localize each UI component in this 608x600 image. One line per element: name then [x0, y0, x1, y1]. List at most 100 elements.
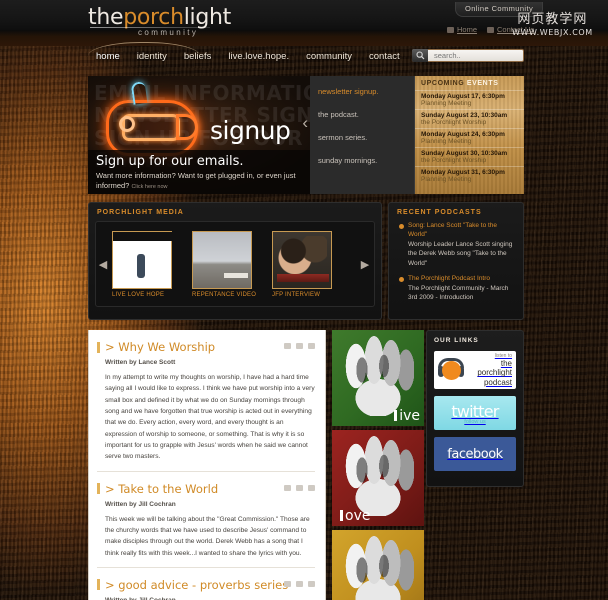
article-title-text: good advice - proverbs series: [118, 577, 289, 592]
article-title[interactable]: > Why We Worship: [105, 340, 215, 354]
event-item[interactable]: Monday August 17, 6:30pm Planning Meetin…: [415, 90, 524, 109]
podcasts-title-accent: PODCASTS: [434, 209, 482, 216]
event-title: Planning Meeting: [421, 176, 472, 183]
comment-icon[interactable]: [308, 580, 315, 587]
podcast-headphones-icon: [438, 358, 464, 382]
media-caption-main: LIVE: [112, 291, 126, 298]
article-action-icons: [284, 484, 315, 491]
nav-item-identity[interactable]: identity: [137, 51, 167, 62]
podcast-link-line2: the porchlight: [477, 359, 512, 378]
search-box[interactable]: [412, 49, 524, 62]
media-next-arrow-icon[interactable]: ▶: [358, 258, 372, 271]
facebook-label: facebook: [447, 446, 503, 462]
article-byline: Written by Lance Scott: [105, 359, 176, 366]
podcast-link-button[interactable]: listen to the porchlight podcast: [434, 351, 516, 389]
media-caption: LIVE LOVE HOPE: [112, 292, 180, 298]
facebook-link-button[interactable]: facebook: [434, 437, 516, 471]
live-word-label: ive: [394, 408, 420, 424]
event-item[interactable]: Monday August 24, 6:30pm Planning Meetin…: [415, 128, 524, 147]
hand-illustration: [340, 436, 414, 516]
media-item[interactable]: REPENTANCE VIDEO: [192, 230, 260, 298]
nav-item-home[interactable]: home: [96, 51, 120, 62]
nav-item-beliefs[interactable]: beliefs: [184, 51, 211, 62]
print-icon[interactable]: [296, 484, 303, 491]
hero-list-item-sunday[interactable]: sunday mornings.: [318, 156, 414, 165]
podcast-description: The Porchlight Community - March 3rd 200…: [408, 284, 509, 301]
events-title-accent: EVENTS: [466, 80, 499, 87]
print-icon[interactable]: [296, 343, 303, 349]
event-item[interactable]: Monday August 31, 6:30pm Planning Meetin…: [415, 166, 524, 185]
nav-item-contact[interactable]: contact: [369, 51, 400, 62]
live-hand-image[interactable]: ive: [332, 330, 424, 426]
rss-circle: [442, 361, 461, 380]
hero-caption: Sign up for our emails. Want more inform…: [88, 150, 310, 194]
media-caption-accent: VIDEO: [236, 291, 257, 298]
interview-portrait-thumb: [272, 230, 332, 289]
hero-list-item-newsletter[interactable]: newsletter signup.: [318, 87, 414, 96]
media-carousel: ◀ LIVE LOVE HOPE REPENTANCE VIDEO JFP IN…: [95, 221, 375, 307]
article-header: > Take to the World: [97, 482, 315, 496]
main-content: > Why We Worship Written by Lance Scott …: [88, 330, 524, 600]
print-icon[interactable]: [296, 580, 303, 587]
our-links-title: OUR LINKS: [434, 337, 479, 344]
article-header: > Why We Worship: [97, 340, 315, 354]
hero-slide-list: newsletter signup. the podcast. sermon s…: [310, 76, 414, 194]
twitter-sub-label: follow us: [464, 418, 486, 425]
media-prev-arrow-icon[interactable]: ◀: [96, 258, 110, 271]
watermark-line2: WWW.WEBJX.COM: [512, 28, 593, 38]
hope-hand-image[interactable]: [332, 530, 424, 600]
article-title[interactable]: > Take to the World: [105, 482, 218, 496]
article-list: > Why We Worship Written by Lance Scott …: [88, 330, 326, 600]
love-hand-image[interactable]: ove: [332, 430, 424, 526]
hero-slide[interactable]: EMAIL INFORMATION NEWSLETTER SIGNUP SIGN…: [88, 76, 310, 194]
comment-icon[interactable]: [308, 484, 315, 491]
podcasts-title: RECENT PODCASTS: [389, 203, 523, 221]
share-icon[interactable]: [284, 484, 291, 491]
recent-podcasts-panel: RECENT PODCASTS Song: Lance Scott "Take …: [388, 202, 524, 320]
media-caption-accent: LOVE HOPE: [127, 291, 165, 298]
hero-list-item-sermon[interactable]: sermon series.: [318, 133, 414, 142]
article-title[interactable]: > good advice - proverbs series: [105, 578, 288, 592]
hero-list-item-podcast[interactable]: the podcast.: [318, 110, 414, 119]
podcast-link-line3: podcast: [483, 377, 512, 387]
event-title: Planning Meeting: [421, 100, 472, 107]
media-item[interactable]: LIVE LOVE HOPE: [112, 230, 180, 298]
nav-item-live-love-hope[interactable]: live.love.hope.: [228, 51, 289, 62]
article: > good advice - proverbs series Written …: [97, 578, 315, 600]
video-still-thumb: [192, 230, 252, 289]
share-icon[interactable]: [284, 580, 291, 587]
top-link-home[interactable]: Home: [447, 25, 477, 34]
event-date: Sunday August 30, 10:30am: [421, 150, 508, 157]
podcast-item[interactable]: The Porchlight Podcast Intro The Porchli…: [389, 274, 523, 308]
event-item[interactable]: Sunday August 30, 10:30am the Porchlight…: [415, 147, 524, 166]
event-item[interactable]: Sunday August 23, 10:30am the Porchlight…: [415, 109, 524, 128]
love-word-text: ove: [345, 508, 371, 524]
hero-caption-link[interactable]: Click here now: [131, 184, 167, 190]
search-button[interactable]: [412, 49, 428, 62]
podcast-item[interactable]: Song: Lance Scott "Take to the World" Wo…: [389, 221, 523, 274]
article-action-icons: [284, 343, 315, 349]
nav-item-community[interactable]: community: [306, 51, 352, 62]
media-title-main: PORCHLIGHT: [97, 209, 154, 216]
main-nav: home identity beliefs live.love.hope. co…: [96, 51, 400, 62]
events-title: UPCOMING EVENTS: [415, 76, 524, 90]
live-word-text: ive: [399, 408, 420, 424]
media-item[interactable]: JFP INTERVIEW: [272, 230, 340, 298]
upcoming-events-panel: UPCOMING EVENTS Monday August 17, 6:30pm…: [414, 76, 524, 194]
letter-l-bar: [394, 410, 398, 421]
article-body: In my attempt to write my thoughts on wo…: [105, 374, 315, 461]
event-date: Monday August 17, 6:30pm: [421, 93, 505, 100]
article-separator: [97, 566, 315, 568]
event-date: Monday August 24, 6:30pm: [421, 131, 505, 138]
podcasts-title-main: RECENT: [397, 209, 432, 216]
share-icon[interactable]: [284, 343, 291, 349]
media-title: PORCHLIGHT MEDIA: [89, 203, 381, 221]
hero-prev-arrow-icon[interactable]: ‹: [302, 114, 308, 131]
media-title-accent: MEDIA: [156, 209, 184, 216]
hero-caption-title: Sign up for our emails.: [96, 154, 244, 169]
hand-illustration: [340, 336, 414, 416]
search-input[interactable]: [428, 51, 518, 60]
article-action-icons: [284, 580, 315, 587]
comment-icon[interactable]: [308, 343, 315, 349]
twitter-link-button[interactable]: twitter follow us: [434, 396, 516, 430]
